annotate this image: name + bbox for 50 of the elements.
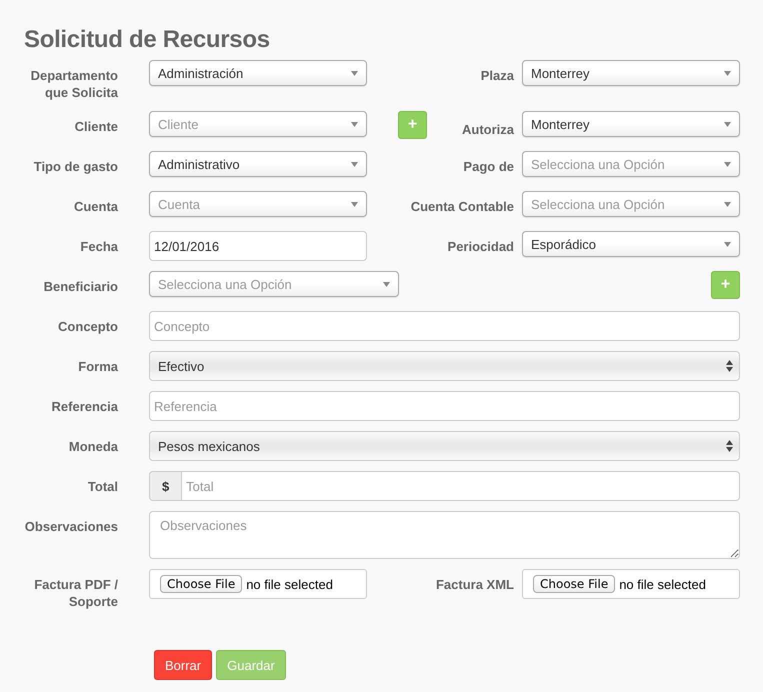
file-status: no file selected [619,576,706,592]
field-label: Beneficiario [44,279,118,294]
caret-icon [724,122,731,126]
text-area[interactable]: Observaciones [149,511,740,559]
dropdown[interactable]: Administración [149,60,367,86]
caret-icon [351,162,358,166]
field-label: Pago de [463,159,514,174]
field-label: Factura XML [436,577,514,592]
field-label: Cuenta [74,199,118,214]
choose-file-button[interactable]: Choose File [533,575,616,593]
field-label: Concepto [58,319,118,334]
caret-icon [724,162,731,166]
field-label: Referencia [52,399,118,414]
field-label: Factura PDF / Soporte [34,577,118,609]
caret-icon [724,242,731,246]
caret-icon [383,282,390,286]
field-label: Plaza [480,68,514,83]
field-label: Forma [78,359,118,374]
up-down-arrows-icon [726,360,733,372]
dropdown[interactable]: Esporádico [522,231,740,257]
file-status: no file selected [246,576,333,592]
dropdown[interactable]: Pesos mexicanos [149,431,740,461]
field-label: Cliente [74,119,118,134]
page-title: Solicitud de Recursos [24,26,271,54]
input-field[interactable]: Total [181,471,740,501]
dropdown[interactable]: Administrativo [149,151,367,177]
up-down-arrows-icon [726,440,733,452]
field-label: Tipo de gasto [34,159,118,174]
field-label: Moneda [68,439,118,454]
currency-addon: $ [149,471,182,501]
caret-icon [724,202,731,206]
caret-icon [351,122,358,126]
dropdown[interactable]: Monterrey [522,60,740,86]
input-field[interactable]: Referencia [149,391,740,421]
field-label: Fecha [80,239,118,254]
dropdown[interactable]: Monterrey [522,111,740,137]
input-field[interactable]: Concepto [149,311,740,341]
input-field[interactable]: 12/01/2016 [149,231,367,261]
caret-icon [724,70,731,76]
field-label: Cuenta Contable [410,199,514,214]
delete-button[interactable]: Borrar [154,650,212,680]
field-label: Autoriza [462,121,515,138]
dropdown[interactable]: Efectivo [149,351,740,381]
caret-icon [351,202,358,206]
field-label: Observaciones [24,519,118,534]
caret-icon [351,70,358,76]
choose-file-button[interactable]: Choose File [160,575,242,593]
field-label: Departamento que Solicita [30,68,118,100]
field-label: Periocidad [448,239,514,254]
field-label: Total [88,479,118,494]
